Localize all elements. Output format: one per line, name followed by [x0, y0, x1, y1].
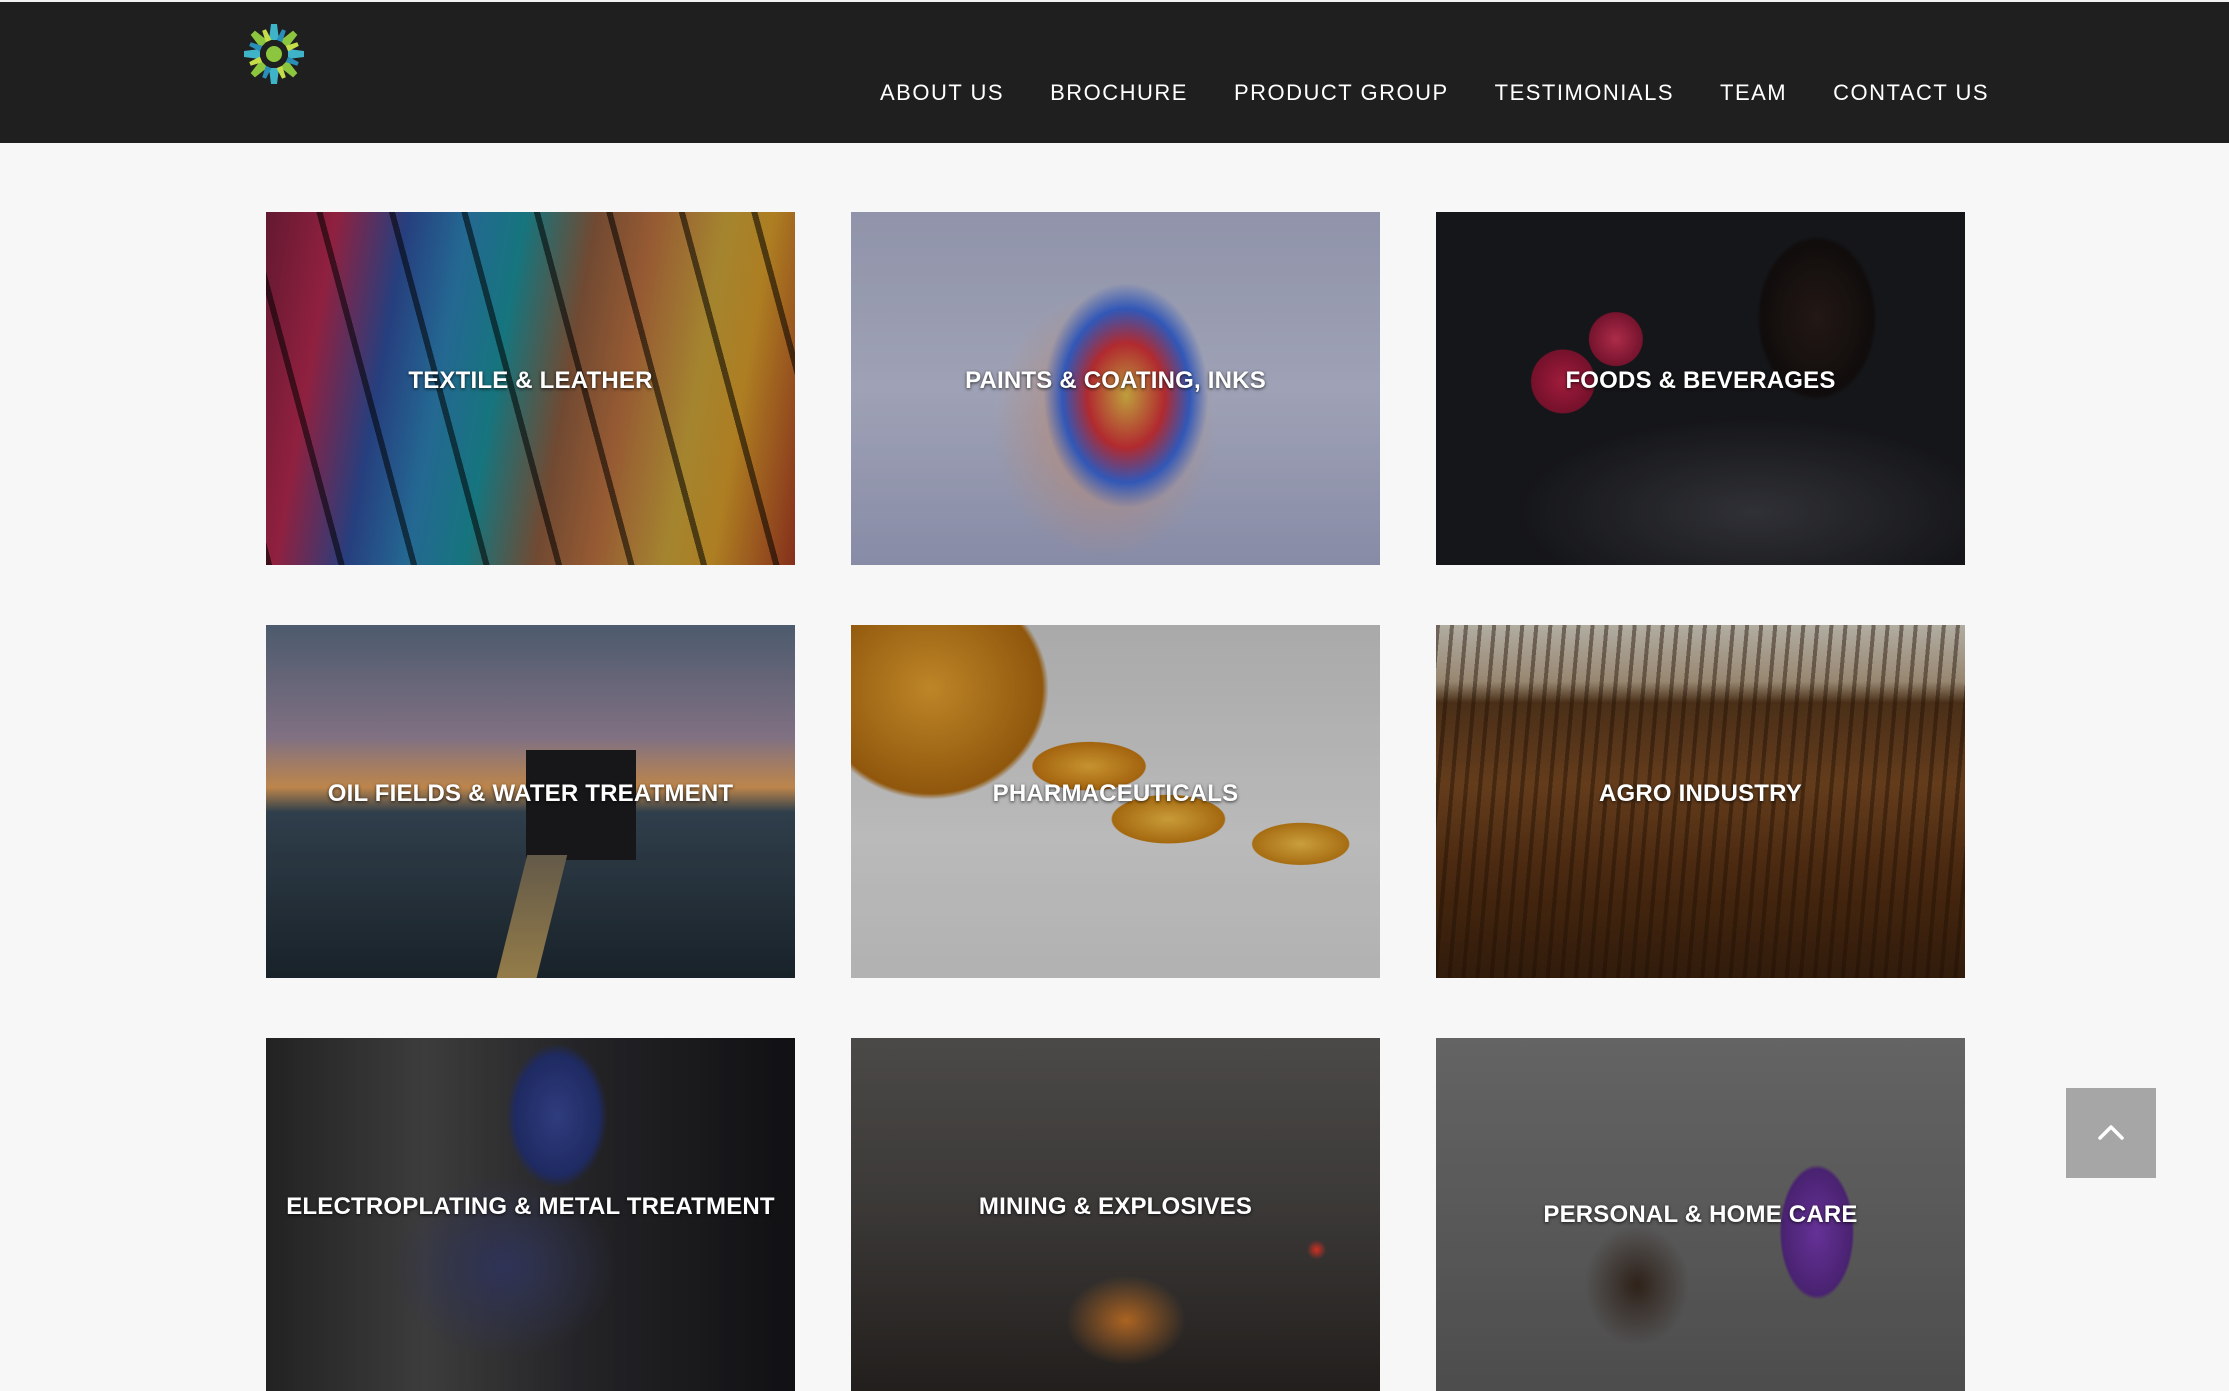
- tile-pharmaceuticals[interactable]: PHARMACEUTICALS: [851, 625, 1380, 978]
- tile-label: PAINTS & COATING, INKS: [965, 367, 1266, 394]
- nav-product-group[interactable]: PRODUCT GROUP: [1234, 78, 1449, 108]
- tile-mining-explosives[interactable]: MINING & EXPLOSIVES: [851, 1038, 1380, 1391]
- scroll-to-top-button[interactable]: [2066, 1088, 2156, 1178]
- tile-agro-industry[interactable]: AGRO INDUSTRY: [1436, 625, 1965, 978]
- tile-personal-home-care[interactable]: PERSONAL & HOME CARE: [1436, 1038, 1965, 1391]
- tile-textile-leather[interactable]: TEXTILE & LEATHER: [266, 212, 795, 565]
- tile-label: ELECTROPLATING & METAL TREATMENT: [286, 1193, 775, 1220]
- tile-label: PERSONAL & HOME CARE: [1543, 1201, 1858, 1228]
- tile-label: TEXTILE & LEATHER: [408, 367, 653, 394]
- tile-label: OIL FIELDS & WATER TREATMENT: [327, 780, 734, 807]
- nav-testimonials[interactable]: TESTIMONIALS: [1495, 78, 1674, 108]
- main-nav: ABOUT US BROCHURE PRODUCT GROUP TESTIMON…: [880, 78, 1989, 108]
- nav-contact-us[interactable]: CONTACT US: [1833, 78, 1989, 108]
- chevron-up-icon: [2098, 1125, 2124, 1140]
- tile-label: AGRO INDUSTRY: [1598, 780, 1803, 807]
- tile-label: PHARMACEUTICALS: [992, 780, 1239, 807]
- tile-label: FOODS & BEVERAGES: [1565, 367, 1836, 394]
- tile-electroplating-metal-treatment[interactable]: ELECTROPLATING & METAL TREATMENT: [266, 1038, 795, 1391]
- tile-paints-coating-inks[interactable]: PAINTS & COATING, INKS: [851, 212, 1380, 565]
- nav-brochure[interactable]: BROCHURE: [1050, 78, 1188, 108]
- top-navigation-bar: ABOUT US BROCHURE PRODUCT GROUP TESTIMON…: [0, 0, 2229, 143]
- tile-oil-fields-water-treatment[interactable]: OIL FIELDS & WATER TREATMENT: [266, 625, 795, 978]
- nav-about-us[interactable]: ABOUT US: [880, 78, 1004, 108]
- tile-label: MINING & EXPLOSIVES: [978, 1193, 1253, 1220]
- nav-team[interactable]: TEAM: [1720, 78, 1787, 108]
- tile-foods-beverages[interactable]: FOODS & BEVERAGES: [1436, 212, 1965, 565]
- sunburst-logo[interactable]: [238, 18, 310, 90]
